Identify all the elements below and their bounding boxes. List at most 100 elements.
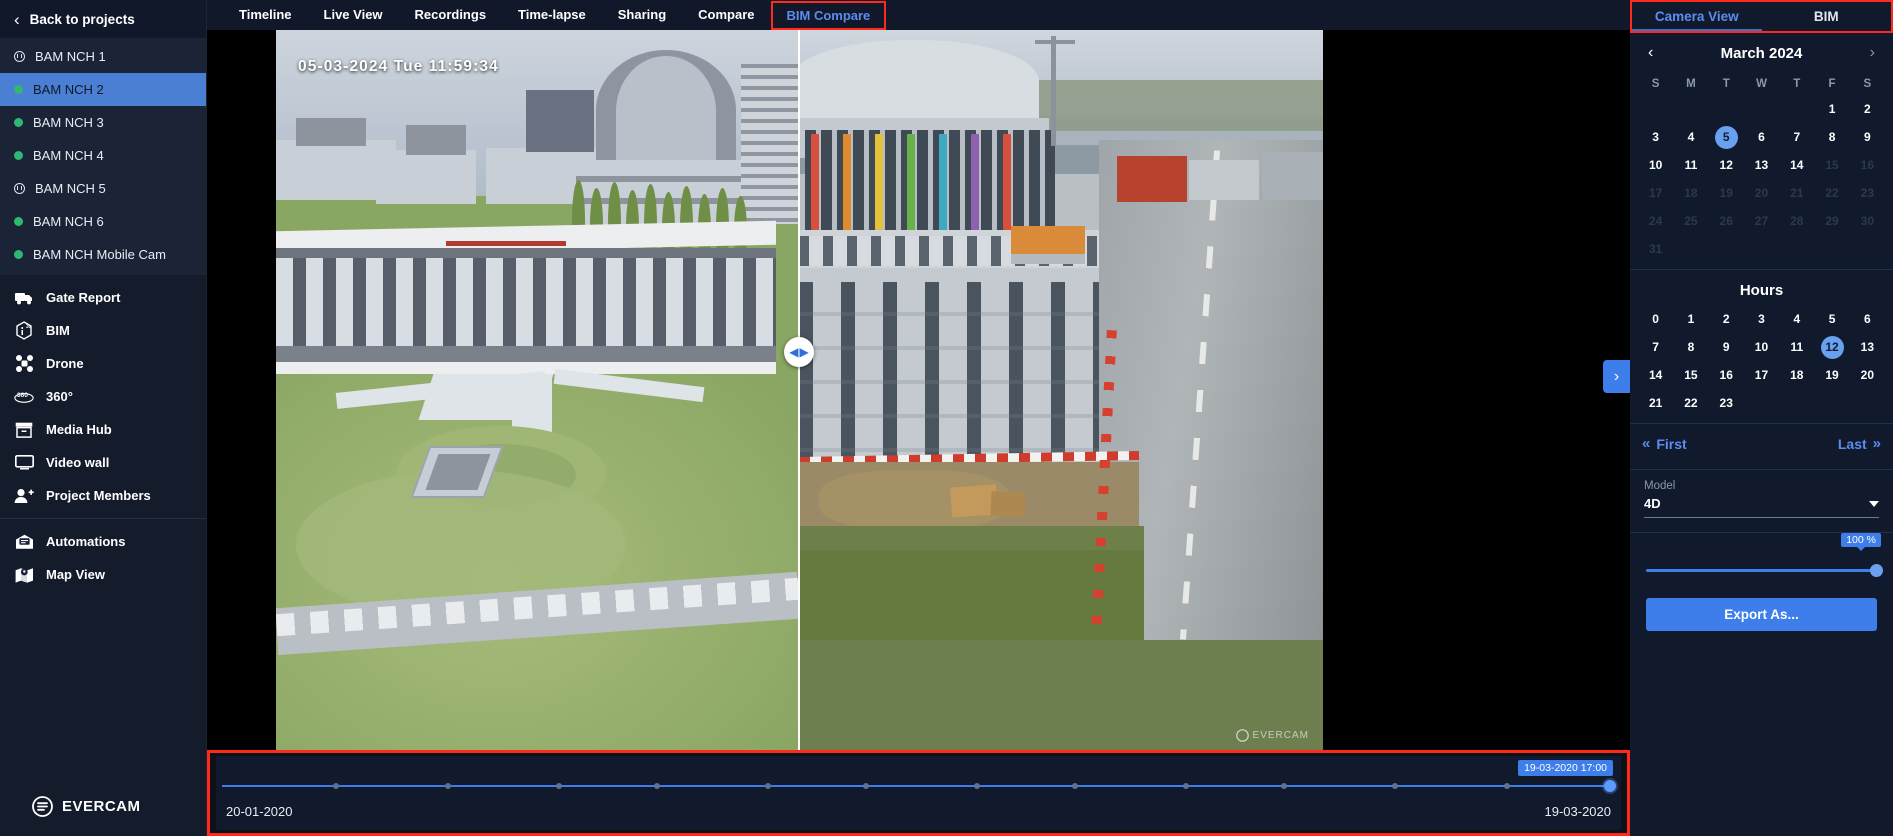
timeline-tick bbox=[1503, 783, 1510, 789]
calendar-day-label: 6 bbox=[1758, 130, 1765, 144]
hour-cell-9[interactable]: 9 bbox=[1709, 333, 1744, 361]
calendar-day-2[interactable]: 2 bbox=[1850, 95, 1885, 123]
calendar-day-6[interactable]: 6 bbox=[1744, 123, 1779, 151]
sidebar-item-bam-nch-1[interactable]: BAM NCH 1 bbox=[0, 40, 206, 73]
tab-time-lapse[interactable]: Time-lapse bbox=[502, 0, 602, 30]
calendar-header: ‹ March 2024 › bbox=[1630, 33, 1893, 73]
calendar-day-18: 18 bbox=[1673, 179, 1708, 207]
last-button[interactable]: Last » bbox=[1838, 435, 1881, 452]
camera-label: BAM NCH 1 bbox=[35, 49, 106, 64]
calendar-day-5[interactable]: 5 bbox=[1709, 123, 1744, 151]
sidebar-item-drone[interactable]: Drone bbox=[0, 347, 206, 380]
next-panel-button[interactable]: › bbox=[1603, 360, 1630, 393]
timeline-handle[interactable] bbox=[1603, 780, 1616, 792]
calendar-day-9[interactable]: 9 bbox=[1850, 123, 1885, 151]
opacity-value-tooltip: 100 % bbox=[1841, 533, 1881, 547]
hour-cell-20[interactable]: 20 bbox=[1850, 361, 1885, 389]
calendar-day-8[interactable]: 8 bbox=[1814, 123, 1849, 151]
sidebar-item-map-view[interactable]: Map View bbox=[0, 558, 206, 591]
hour-cell-18[interactable]: 18 bbox=[1779, 361, 1814, 389]
hour-cell-1[interactable]: 1 bbox=[1673, 305, 1708, 333]
hour-cell-3[interactable]: 3 bbox=[1744, 305, 1779, 333]
calendar-day-7[interactable]: 7 bbox=[1779, 123, 1814, 151]
sidebar-item-project-members[interactable]: Project Members bbox=[0, 479, 206, 512]
hour-cell-6[interactable]: 6 bbox=[1850, 305, 1885, 333]
export-as-button[interactable]: Export As... bbox=[1646, 598, 1877, 631]
sidebar-item-media-hub[interactable]: Media Hub bbox=[0, 413, 206, 446]
calendar-day-17: 17 bbox=[1638, 179, 1673, 207]
split-divider[interactable]: ◀ ▶ bbox=[784, 30, 814, 750]
hour-cell-2[interactable]: 2 bbox=[1709, 305, 1744, 333]
tab-bim-compare[interactable]: BIM Compare bbox=[770, 0, 887, 30]
calendar-day-13[interactable]: 13 bbox=[1744, 151, 1779, 179]
hour-cell-13[interactable]: 13 bbox=[1850, 333, 1885, 361]
tab-timeline[interactable]: Timeline bbox=[223, 0, 308, 30]
nav-label: Project Members bbox=[46, 488, 151, 503]
sidebar-item-automations[interactable]: Automations bbox=[0, 525, 206, 558]
hour-cell-16[interactable]: 16 bbox=[1709, 361, 1744, 389]
calendar-next-month-button[interactable]: › bbox=[1870, 44, 1875, 62]
calendar-day-10[interactable]: 10 bbox=[1638, 151, 1673, 179]
calendar-weekday-row: S M T W T F S bbox=[1630, 73, 1893, 95]
hour-cell-7[interactable]: 7 bbox=[1638, 333, 1673, 361]
model-select[interactable]: 4D bbox=[1644, 492, 1879, 518]
tab-recordings[interactable]: Recordings bbox=[399, 0, 503, 30]
sidebar-item-bim[interactable]: 3s BIM bbox=[0, 314, 206, 347]
hour-cell-5[interactable]: 5 bbox=[1814, 305, 1849, 333]
sidebar-item-bam-nch-mobile-cam[interactable]: BAM NCH Mobile Cam bbox=[0, 238, 206, 271]
sidebar-item-360[interactable]: 360 360° bbox=[0, 380, 206, 413]
sidebar-item-bam-nch-3[interactable]: BAM NCH 3 bbox=[0, 106, 206, 139]
hour-cell-10[interactable]: 10 bbox=[1744, 333, 1779, 361]
calendar-day-4[interactable]: 4 bbox=[1673, 123, 1708, 151]
hour-cell-4[interactable]: 4 bbox=[1779, 305, 1814, 333]
back-to-projects-button[interactable]: ‹ Back to projects bbox=[0, 0, 206, 38]
nav-label: Automations bbox=[46, 534, 126, 549]
opacity-slider[interactable] bbox=[1646, 564, 1883, 577]
sidebar-item-gate-report[interactable]: Gate Report bbox=[0, 281, 206, 314]
hour-cell-21[interactable]: 21 bbox=[1638, 389, 1673, 417]
calendar-day-14[interactable]: 14 bbox=[1779, 151, 1814, 179]
calendar-empty-cell bbox=[1673, 95, 1708, 123]
hour-label: 0 bbox=[1652, 312, 1659, 326]
calendar-day-3[interactable]: 3 bbox=[1638, 123, 1673, 151]
online-dot-icon bbox=[14, 250, 23, 259]
calendar-month-label: March 2024 bbox=[1720, 44, 1803, 62]
media-hub-icon bbox=[14, 420, 34, 440]
hour-cell-15[interactable]: 15 bbox=[1673, 361, 1708, 389]
calendar-day-12[interactable]: 12 bbox=[1709, 151, 1744, 179]
calendar-day-11[interactable]: 11 bbox=[1673, 151, 1708, 179]
comparison-viewer[interactable]: EVERCAM ◀ ▶ 05-03-2024 Tue 11:59:34 bbox=[276, 30, 1630, 750]
sidebar-item-bam-nch-6[interactable]: BAM NCH 6 bbox=[0, 205, 206, 238]
hour-cell-14[interactable]: 14 bbox=[1638, 361, 1673, 389]
tab-live-view[interactable]: Live View bbox=[308, 0, 399, 30]
drone-icon bbox=[14, 354, 34, 374]
hour-cell-0[interactable]: 0 bbox=[1638, 305, 1673, 333]
calendar-day-label: 21 bbox=[1790, 186, 1804, 200]
tab-camera-view[interactable]: Camera View bbox=[1632, 2, 1762, 31]
hour-cell-23[interactable]: 23 bbox=[1709, 389, 1744, 417]
sidebar-item-bam-nch-5[interactable]: BAM NCH 5 bbox=[0, 172, 206, 205]
hour-label: 11 bbox=[1790, 340, 1804, 354]
calendar-prev-month-button[interactable]: ‹ bbox=[1648, 44, 1653, 62]
split-handle-knob[interactable]: ◀ ▶ bbox=[784, 337, 814, 367]
sidebar-item-bam-nch-2[interactable]: BAM NCH 2 bbox=[0, 73, 206, 106]
sidebar-item-bam-nch-4[interactable]: BAM NCH 4 bbox=[0, 139, 206, 172]
hour-cell-8[interactable]: 8 bbox=[1673, 333, 1708, 361]
first-button[interactable]: « First bbox=[1642, 435, 1687, 452]
timeline-bar[interactable]: 19-03-2020 17:00 20-01-2020 19-03-2020 bbox=[216, 756, 1621, 830]
tab-bim[interactable]: BIM bbox=[1762, 2, 1892, 31]
hour-label: 12 bbox=[1820, 335, 1844, 359]
tab-compare[interactable]: Compare bbox=[682, 0, 770, 30]
hour-cell-12[interactable]: 12 bbox=[1814, 333, 1849, 361]
hour-cell-11[interactable]: 11 bbox=[1779, 333, 1814, 361]
hour-label: 14 bbox=[1648, 368, 1663, 382]
sidebar-item-video-wall[interactable]: Video wall bbox=[0, 446, 206, 479]
timeline-track[interactable] bbox=[222, 780, 1616, 792]
tab-sharing[interactable]: Sharing bbox=[602, 0, 682, 30]
hour-cell-19[interactable]: 19 bbox=[1814, 361, 1849, 389]
calendar-day-1[interactable]: 1 bbox=[1814, 95, 1849, 123]
opacity-slider-handle[interactable] bbox=[1870, 564, 1883, 577]
hour-cell-22[interactable]: 22 bbox=[1673, 389, 1708, 417]
hour-label: 6 bbox=[1864, 312, 1871, 326]
hour-cell-17[interactable]: 17 bbox=[1744, 361, 1779, 389]
